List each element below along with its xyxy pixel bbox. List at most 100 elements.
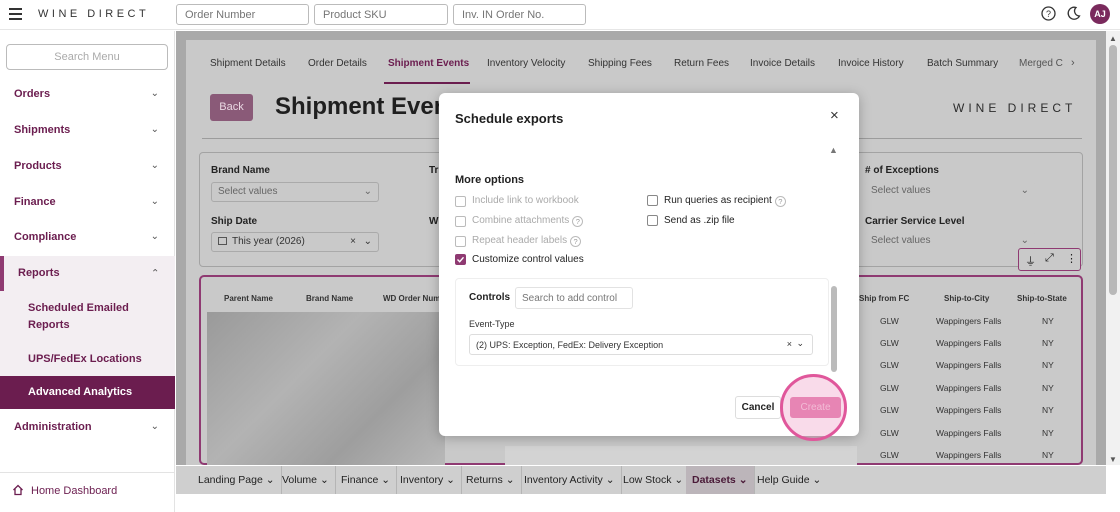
close-icon[interactable]: ×	[830, 107, 839, 124]
chevron-down-icon: ⌄	[150, 421, 159, 432]
home-dashboard-link[interactable]: Home Dashboard	[31, 485, 117, 497]
chevron-down-icon: ⌄	[150, 88, 159, 99]
tab-order-details[interactable]: Order Details	[308, 58, 367, 69]
checkbox-repeat-header[interactable]	[455, 236, 466, 247]
filter-label-w: W	[429, 216, 439, 227]
event-type-label: Event-Type	[469, 319, 515, 329]
tab-invoice-details[interactable]: Invoice Details	[750, 58, 815, 69]
sidebar-item-ups-fedex-locations[interactable]: UPS/FedEx Locations	[0, 351, 175, 367]
scroll-up-icon[interactable]: ▲	[1109, 34, 1117, 43]
bottom-tab-help-guide[interactable]: Help Guide ⌄	[751, 466, 827, 494]
bottom-tab-datasets[interactable]: Datasets ⌄	[686, 466, 755, 494]
sidebar-item-compliance[interactable]: Compliance ⌄	[0, 222, 175, 252]
more-options-icon[interactable]: ⋮	[1066, 252, 1077, 265]
bottom-tab-inventory-activity[interactable]: Inventory Activity ⌄	[518, 466, 622, 494]
filter-icon[interactable]: ⏚	[1025, 253, 1036, 269]
back-button[interactable]: Back	[210, 94, 253, 121]
sidebar-item-finance[interactable]: Finance ⌄	[0, 187, 175, 217]
column-header[interactable]: Parent Name	[224, 294, 273, 303]
help-icon[interactable]: ?	[774, 196, 786, 207]
table-toolbar: ⏚ ⤢ ⋮	[1018, 248, 1081, 271]
table-cell: NY	[1042, 360, 1054, 370]
wine-direct-logo[interactable]: WINE DIRECT	[38, 8, 149, 20]
page-scrollbar[interactable]: ▲ ▼	[1106, 31, 1120, 465]
help-icon[interactable]: ?	[572, 216, 584, 227]
active-tab-underline	[384, 82, 470, 84]
chevron-down-icon: ⌄	[150, 231, 159, 242]
dark-mode-moon-icon[interactable]	[1066, 6, 1081, 21]
sidebar-item-reports[interactable]: Reports ⌄	[0, 258, 175, 288]
checkbox-run-queries-as-recipient[interactable]	[647, 195, 658, 206]
tab-return-fees[interactable]: Return Fees	[674, 58, 729, 69]
checkbox-customize-control-values[interactable]	[455, 254, 466, 265]
product-sku-input[interactable]	[314, 4, 448, 25]
checkbox-combine-attachments[interactable]	[455, 216, 466, 227]
expand-icon[interactable]: ⤢	[1045, 252, 1054, 265]
exceptions-select[interactable]: Select values ⌄	[865, 182, 1035, 202]
bottom-tab-returns[interactable]: Returns ⌄	[460, 466, 522, 494]
cancel-button[interactable]: Cancel	[735, 396, 781, 419]
clear-icon[interactable]: ×	[787, 339, 792, 349]
page-title: Shipment Even	[275, 93, 449, 120]
brand-name-select[interactable]: Select values ⌄	[211, 182, 379, 202]
tab-merged[interactable]: Merged C	[1019, 58, 1063, 69]
bottom-tab-landing-page[interactable]: Landing Page ⌄	[192, 466, 282, 494]
ship-date-select[interactable]: This year (2026) × ⌄	[211, 232, 379, 252]
collapse-up-icon[interactable]: ▲	[829, 145, 838, 155]
search-menu-input[interactable]: Search Menu	[6, 44, 168, 70]
svg-text:?: ?	[1046, 9, 1051, 19]
bottom-tab-low-stock[interactable]: Low Stock ⌄	[617, 466, 691, 494]
bottom-tab-volume[interactable]: Volume ⌄	[276, 466, 336, 494]
chevron-down-icon: ⌄	[265, 474, 275, 486]
tab-inventory-velocity[interactable]: Inventory Velocity	[487, 58, 565, 69]
tab-shipping-fees[interactable]: Shipping Fees	[588, 58, 652, 69]
sidebar-item-administration[interactable]: Administration ⌄	[0, 412, 175, 442]
sidebar-item-label: Compliance	[14, 231, 77, 243]
event-type-select[interactable]: (2) UPS: Exception, FedEx: Delivery Exce…	[469, 334, 813, 355]
scroll-thumb[interactable]	[1109, 45, 1117, 295]
bottom-tab-finance[interactable]: Finance ⌄	[335, 466, 398, 494]
add-control-search-input[interactable]: Search to add control	[515, 287, 633, 309]
tab-batch-summary[interactable]: Batch Summary	[927, 58, 998, 69]
sub-item-label: Reports	[28, 319, 70, 331]
column-header[interactable]: WD Order Num	[383, 294, 440, 303]
tab-label: Returns	[466, 474, 503, 486]
inv-order-input[interactable]	[453, 4, 586, 25]
select-value: This year (2026)	[232, 236, 305, 247]
carrier-service-select[interactable]: Select values ⌄	[865, 232, 1035, 252]
hamburger-menu-icon[interactable]	[9, 8, 22, 20]
chevron-down-icon: ⌄	[319, 474, 329, 486]
user-avatar[interactable]: AJ	[1090, 4, 1110, 24]
tab-shipment-details[interactable]: Shipment Details	[210, 58, 286, 69]
table-cell: GLW	[880, 338, 899, 348]
help-icon[interactable]: ?	[570, 236, 582, 247]
clear-icon[interactable]: ×	[350, 236, 356, 247]
sidebar-item-shipments[interactable]: Shipments ⌄	[0, 115, 175, 145]
sidebar-item-scheduled-emailed-reports[interactable]: Scheduled Emailed Reports	[0, 300, 175, 334]
scroll-down-icon[interactable]: ▼	[1109, 455, 1117, 464]
column-header[interactable]: Ship from FC	[859, 294, 909, 303]
column-header[interactable]: Brand Name	[306, 294, 353, 303]
column-header[interactable]: Ship-to-State	[1017, 294, 1067, 303]
bottom-tab-inventory[interactable]: Inventory ⌄	[394, 466, 462, 494]
table-cell: GLW	[880, 316, 899, 326]
option-label: Repeat header labels?	[472, 235, 582, 247]
help-icon[interactable]: ?	[1041, 6, 1056, 21]
carrier-service-label: Carrier Service Level	[865, 216, 965, 227]
chevron-up-icon: ⌄	[150, 266, 159, 277]
sidebar-item-products[interactable]: Products ⌄	[0, 151, 175, 181]
table-cell: GLW	[880, 383, 899, 393]
checkbox-send-as-zip[interactable]	[647, 215, 658, 226]
chevron-right-icon[interactable]: ›	[1071, 57, 1075, 69]
sidebar-item-label: Products	[14, 160, 62, 172]
checkbox-include-link[interactable]	[455, 196, 466, 207]
tab-invoice-history[interactable]: Invoice History	[838, 58, 904, 69]
order-number-input[interactable]	[176, 4, 309, 25]
tab-shipment-events[interactable]: Shipment Events	[388, 58, 469, 69]
sidebar-item-orders[interactable]: Orders ⌄	[0, 79, 175, 109]
home-icon	[12, 484, 24, 496]
chevron-down-icon: ⌄	[150, 124, 159, 135]
dialog-scrollbar[interactable]	[831, 286, 837, 372]
column-header[interactable]: Ship-to-City	[944, 294, 989, 303]
sidebar-item-advanced-analytics[interactable]: Advanced Analytics	[0, 376, 175, 409]
